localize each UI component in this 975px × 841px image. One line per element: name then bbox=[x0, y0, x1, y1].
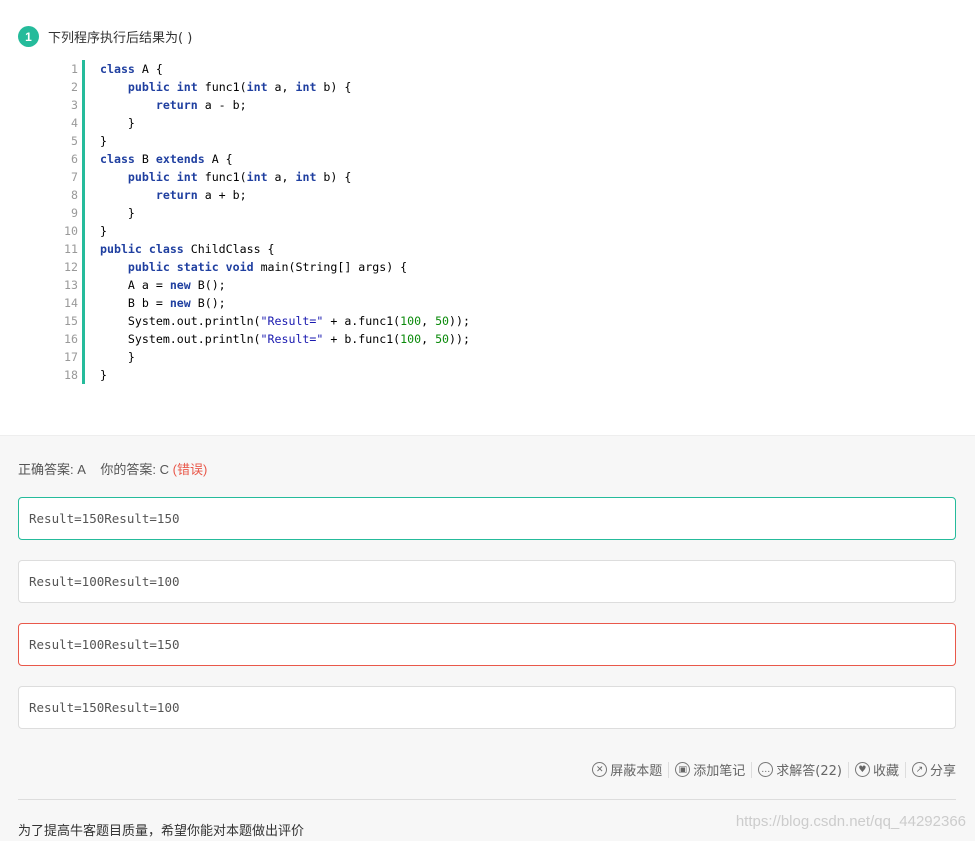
collect-button[interactable]: ♥ 收藏 bbox=[849, 760, 905, 779]
code-line: 11 public class ChildClass { bbox=[56, 240, 470, 258]
answer-status: (错误) bbox=[172, 462, 208, 477]
option-c[interactable]: Result=100Result=150 bbox=[18, 623, 956, 666]
question-text: 下列程序执行后结果为( ) bbox=[48, 31, 193, 46]
ask-answer-label: 求解答(22) bbox=[776, 764, 842, 779]
book-icon: ▣ bbox=[675, 762, 691, 777]
code-text: } bbox=[100, 116, 135, 130]
action-bar: ✕ 屏蔽本题 ▣ 添加笔记 … 求解答(22) ♥ 收藏 ↗ 分享 bbox=[586, 760, 956, 779]
line-number: 2 bbox=[56, 78, 85, 96]
code-text: return a - b; bbox=[155, 98, 247, 112]
ask-answer-button[interactable]: … 求解答(22) bbox=[752, 760, 848, 779]
code-line: 7 public int func1(int a, int b) { bbox=[56, 168, 470, 186]
code-line: 5} bbox=[56, 132, 470, 150]
code-text: public static void main(String[] args) { bbox=[127, 260, 408, 274]
heart-icon: ♥ bbox=[854, 762, 870, 777]
code-line: 18} bbox=[56, 366, 470, 384]
line-number: 3 bbox=[56, 96, 85, 114]
answer-summary: 正确答案: A 你的答案: C (错误) bbox=[18, 459, 207, 478]
code-line: 9 } bbox=[56, 204, 470, 222]
line-number: 11 bbox=[56, 240, 85, 258]
code-text: } bbox=[100, 134, 107, 148]
line-number: 7 bbox=[56, 168, 85, 186]
line-number: 14 bbox=[56, 294, 85, 312]
line-number: 18 bbox=[56, 366, 85, 384]
code-line: 1 class A { bbox=[56, 60, 470, 78]
code-text: } bbox=[100, 368, 107, 382]
collect-label: 收藏 bbox=[872, 764, 899, 779]
watermark: https://blog.csdn.net/qq_44292366 bbox=[735, 813, 966, 830]
rating-prompt: 为了提高牛客题目质量，希望你能对本题做出评价 bbox=[18, 824, 305, 839]
question-header: 1 下列程序执行后结果为( ) bbox=[18, 26, 192, 47]
your-answer: 你的答案: C bbox=[100, 462, 169, 477]
code-text: A a = new B(); bbox=[100, 278, 226, 292]
line-number: 16 bbox=[56, 330, 85, 348]
code-text: } bbox=[100, 224, 107, 238]
code-line: 12 public static void main(String[] args… bbox=[56, 258, 470, 276]
option-d[interactable]: Result=150Result=100 bbox=[18, 686, 956, 729]
code-text: System.out.println("Result=" + b.func1(1… bbox=[100, 332, 470, 346]
code-text: class A { bbox=[100, 62, 163, 76]
code-text: class B extends A { bbox=[100, 152, 233, 166]
code-line: 16 System.out.println("Result=" + b.func… bbox=[56, 330, 470, 348]
share-label: 分享 bbox=[929, 764, 956, 779]
hide-question-button[interactable]: ✕ 屏蔽本题 bbox=[586, 760, 668, 779]
line-number: 12 bbox=[56, 258, 85, 276]
line-number: 4 bbox=[56, 114, 85, 132]
add-note-button[interactable]: ▣ 添加笔记 bbox=[669, 760, 751, 779]
share-button[interactable]: ↗ 分享 bbox=[906, 760, 956, 779]
line-number: 17 bbox=[56, 348, 85, 366]
comment-icon: … bbox=[758, 762, 774, 777]
correct-answer: 正确答案: A bbox=[18, 462, 86, 477]
code-line: 10} bbox=[56, 222, 470, 240]
code-text: public class ChildClass { bbox=[100, 242, 275, 256]
add-note-label: 添加笔记 bbox=[693, 764, 746, 779]
section-divider bbox=[18, 799, 956, 800]
share-icon: ↗ bbox=[911, 762, 927, 777]
code-text: public int func1(int a, int b) { bbox=[127, 80, 352, 94]
option-b[interactable]: Result=100Result=100 bbox=[18, 560, 956, 603]
code-line: 3 return a - b; bbox=[56, 96, 470, 114]
line-number: 5 bbox=[56, 132, 85, 150]
line-number: 9 bbox=[56, 204, 85, 222]
line-number: 1 bbox=[56, 60, 85, 78]
code-line: 15 System.out.println("Result=" + a.func… bbox=[56, 312, 470, 330]
code-text: B b = new B(); bbox=[100, 296, 226, 310]
close-circle-icon: ✕ bbox=[592, 762, 608, 777]
code-line: 4 } bbox=[56, 114, 470, 132]
code-line: 8 return a + b; bbox=[56, 186, 470, 204]
option-a[interactable]: Result=150Result=150 bbox=[18, 497, 956, 540]
code-text: } bbox=[100, 350, 135, 364]
question-number-badge: 1 bbox=[18, 26, 39, 47]
code-line: 6 class B extends A { bbox=[56, 150, 470, 168]
line-number: 6 bbox=[56, 150, 85, 168]
line-number: 8 bbox=[56, 186, 85, 204]
line-number: 13 bbox=[56, 276, 85, 294]
line-number: 10 bbox=[56, 222, 85, 240]
code-block: 1 class A { 2 public int func1(int a, int … bbox=[56, 60, 470, 384]
line-number: 15 bbox=[56, 312, 85, 330]
code-line: 17 } bbox=[56, 348, 470, 366]
code-text: System.out.println("Result=" + a.func1(1… bbox=[100, 314, 470, 328]
hide-question-label: 屏蔽本题 bbox=[610, 764, 663, 779]
code-text: public int func1(int a, int b) { bbox=[127, 170, 352, 184]
code-line: 13 A a = new B(); bbox=[56, 276, 470, 294]
code-text: return a + b; bbox=[155, 188, 247, 202]
code-text: } bbox=[100, 206, 135, 220]
code-line: 14 B b = new B(); bbox=[56, 294, 470, 312]
code-line: 2 public int func1(int a, int b) { bbox=[56, 78, 470, 96]
